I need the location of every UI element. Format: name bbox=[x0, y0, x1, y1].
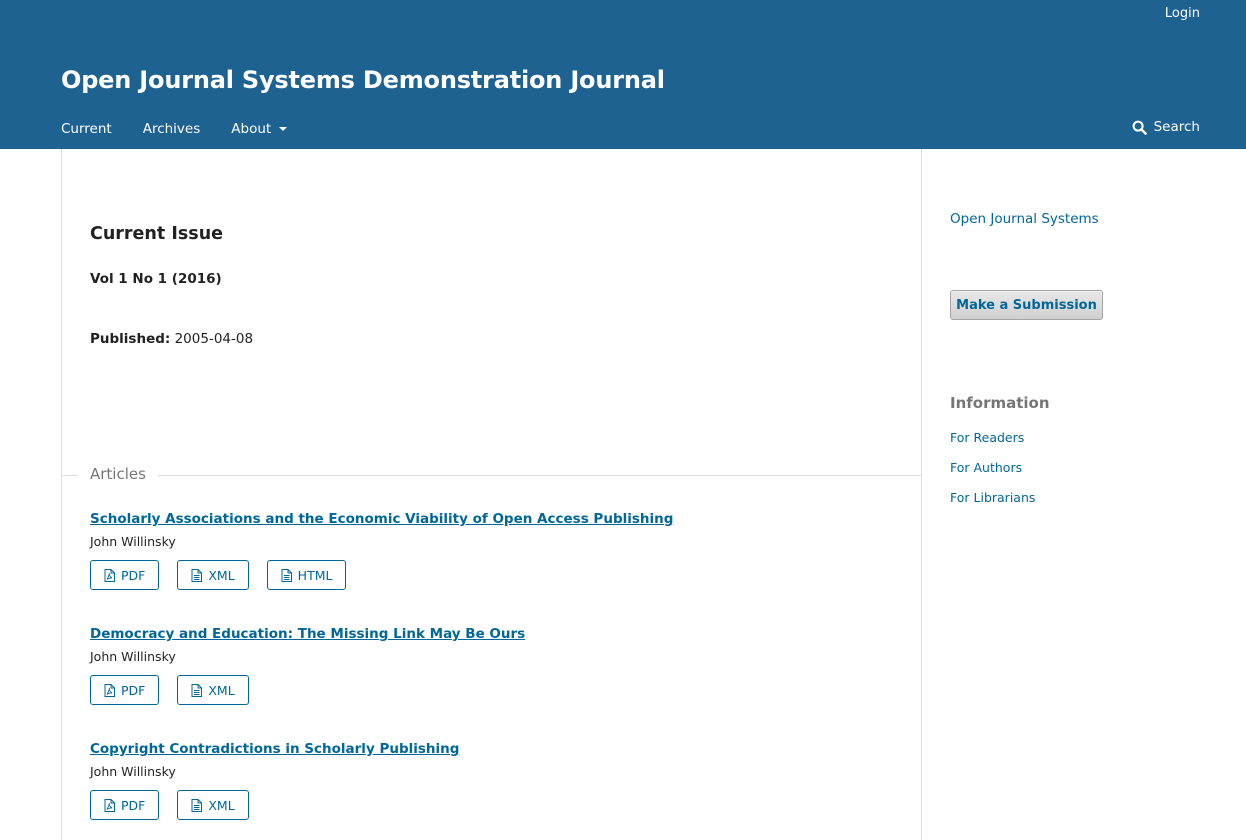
sidebar-item-for-readers[interactable]: For Readers bbox=[950, 430, 1024, 445]
issue-published: Published: 2005-04-08 bbox=[90, 331, 253, 347]
page-title: Current Issue bbox=[90, 224, 224, 244]
sidebar-ojs-link[interactable]: Open Journal Systems bbox=[950, 211, 1099, 227]
galley-pdf-button[interactable]: PDF bbox=[90, 790, 160, 820]
galley-html-button[interactable]: HTML bbox=[266, 560, 347, 590]
published-label: Published: bbox=[90, 331, 171, 347]
section-heading: Articles bbox=[78, 465, 158, 483]
nav-archives[interactable]: Archives bbox=[143, 119, 201, 139]
file-pdf-icon bbox=[104, 568, 115, 582]
search-button[interactable]: Search bbox=[1132, 119, 1200, 135]
galley-label: XML bbox=[208, 682, 235, 698]
login-link[interactable]: Login bbox=[1165, 6, 1200, 21]
article-summary: Democracy and Education: The Missing Lin… bbox=[90, 626, 910, 705]
galley-label: PDF bbox=[121, 797, 146, 813]
file-text-icon bbox=[191, 683, 203, 697]
file-text-icon bbox=[191, 798, 203, 812]
issue-identification: Vol 1 No 1 (2016) bbox=[90, 271, 222, 287]
sidebar-item-for-authors[interactable]: For Authors bbox=[950, 460, 1022, 475]
galley-links: PDF XML bbox=[90, 790, 910, 820]
file-text-icon bbox=[191, 568, 203, 582]
galley-label: PDF bbox=[121, 682, 146, 698]
galley-label: PDF bbox=[121, 567, 146, 583]
site-header: Login Open Journal Systems Demonstration… bbox=[0, 0, 1246, 149]
article-title-link[interactable]: Democracy and Education: The Missing Lin… bbox=[90, 626, 910, 642]
galley-pdf-button[interactable]: PDF bbox=[90, 560, 160, 590]
article-summary: Scholarly Associations and the Economic … bbox=[90, 511, 910, 590]
galley-label: HTML bbox=[297, 567, 333, 583]
sidebar-item-for-librarians[interactable]: For Librarians bbox=[950, 490, 1035, 505]
article-author: John Willinsky bbox=[90, 534, 176, 549]
search-label: Search bbox=[1153, 119, 1200, 135]
galley-links: PDF XML HTML bbox=[90, 560, 910, 590]
main-content bbox=[61, 149, 922, 840]
article-summary: Copyright Contradictions in Scholarly Pu… bbox=[90, 741, 910, 820]
article-author: John Willinsky bbox=[90, 649, 176, 664]
article-author: John Willinsky bbox=[90, 764, 176, 779]
published-date: 2005-04-08 bbox=[174, 331, 254, 347]
primary-nav: Current Archives About bbox=[61, 119, 288, 139]
file-pdf-icon bbox=[104, 798, 115, 812]
nav-about-label: About bbox=[231, 121, 272, 137]
galley-xml-button[interactable]: XML bbox=[177, 675, 249, 705]
galley-xml-button[interactable]: XML bbox=[177, 560, 249, 590]
galley-xml-button[interactable]: XML bbox=[177, 790, 249, 820]
galley-links: PDF XML bbox=[90, 675, 910, 705]
galley-label: XML bbox=[208, 797, 235, 813]
nav-about[interactable]: About bbox=[231, 119, 288, 139]
search-icon bbox=[1132, 120, 1147, 135]
article-title-link[interactable]: Scholarly Associations and the Economic … bbox=[90, 511, 910, 527]
site-title[interactable]: Open Journal Systems Demonstration Journ… bbox=[61, 66, 665, 94]
sidebar-information-heading: Information bbox=[950, 394, 1050, 412]
galley-pdf-button[interactable]: PDF bbox=[90, 675, 160, 705]
nav-current[interactable]: Current bbox=[61, 119, 112, 139]
file-text-icon bbox=[281, 568, 292, 582]
article-title-link[interactable]: Copyright Contradictions in Scholarly Pu… bbox=[90, 741, 910, 757]
galley-label: XML bbox=[208, 567, 235, 583]
file-pdf-icon bbox=[104, 683, 115, 697]
caret-down-icon bbox=[279, 127, 288, 131]
make-submission-button[interactable]: Make a Submission bbox=[950, 290, 1103, 320]
section-divider bbox=[62, 475, 921, 476]
